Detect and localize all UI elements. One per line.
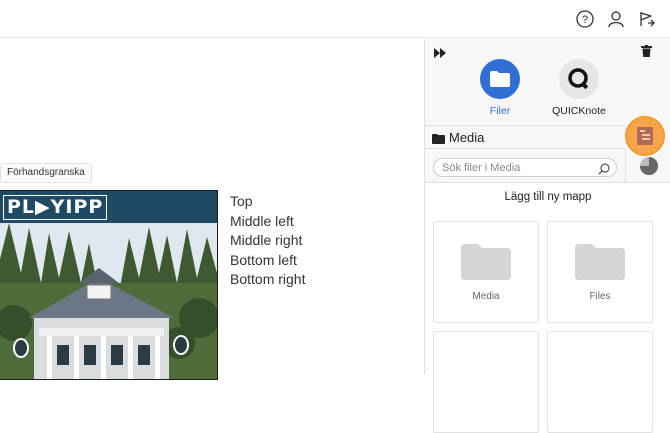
app-switcher: Filer QUICKnote <box>425 39 670 125</box>
side-panel: Filer QUICKnote Media Lägg till ny mapp <box>424 39 670 433</box>
folder-tile-media[interactable]: Media <box>433 221 539 323</box>
position-bottom-left[interactable]: Bottom left <box>230 251 305 271</box>
house-photo <box>0 223 217 379</box>
top-bar: ? <box>0 0 670 38</box>
folder-tree-icon <box>637 127 653 145</box>
media-header: Media <box>425 125 625 149</box>
app-filer-label: Filer <box>489 105 511 117</box>
search-input[interactable] <box>442 161 592 175</box>
fast-forward-icon[interactable] <box>434 45 446 63</box>
svg-text:?: ? <box>582 14 588 26</box>
position-middle-left[interactable]: Middle left <box>230 212 305 232</box>
position-middle-right[interactable]: Middle right <box>230 231 305 251</box>
preview-label: Förhandsgranska <box>0 163 92 183</box>
position-top[interactable]: Top <box>230 192 305 212</box>
folder-tile[interactable] <box>433 331 539 433</box>
preview-thumbnail[interactable]: PL▶YIPP <box>0 190 218 380</box>
search-icon[interactable] <box>598 162 610 180</box>
app-filer[interactable]: Filer <box>460 59 540 117</box>
folder-label: Media <box>472 291 500 302</box>
folder-icon <box>480 59 520 99</box>
folder-icon <box>575 244 625 280</box>
app-quicknote-label: QUICKnote <box>552 105 606 117</box>
position-bottom-right[interactable]: Bottom right <box>230 270 305 290</box>
media-folder-icon <box>432 131 445 149</box>
app-quicknote[interactable]: QUICKnote <box>539 59 619 117</box>
thumbnail-banner: PL▶YIPP <box>0 191 217 223</box>
flag-arrow-icon[interactable] <box>637 9 657 29</box>
media-content: Lägg till ny mapp Media Files <box>425 183 670 433</box>
media-title: Media <box>449 130 485 145</box>
folder-icon <box>461 244 511 280</box>
trash-icon[interactable] <box>641 44 652 62</box>
user-icon[interactable] <box>606 9 626 29</box>
folder-tree-toggle[interactable] <box>625 116 665 156</box>
search-row <box>425 149 670 183</box>
help-icon[interactable]: ? <box>575 9 595 29</box>
folder-label: Files <box>589 291 611 302</box>
search-box[interactable] <box>433 158 617 177</box>
folder-tile[interactable] <box>547 331 653 433</box>
quicknote-icon <box>559 59 599 99</box>
position-list: Top Middle left Middle right Bottom left… <box>230 192 305 290</box>
playipp-logo: PL▶YIPP <box>3 195 107 220</box>
folder-tile-files[interactable]: Files <box>547 221 653 323</box>
add-folder-button[interactable]: Lägg till ny mapp <box>425 191 670 203</box>
